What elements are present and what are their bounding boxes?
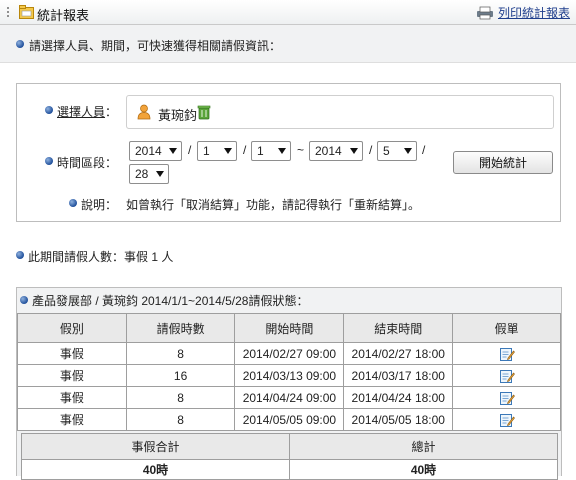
totals-table: 事假合計 總計 40時 40時 bbox=[21, 433, 558, 480]
report-folder-icon bbox=[19, 5, 34, 19]
print-report-link[interactable]: 列印統計報表 bbox=[498, 4, 570, 21]
instruction-band: 請選擇人員、期間，可快速獲得相關請假資訊： bbox=[0, 25, 576, 63]
end-day-select[interactable]: 28 bbox=[129, 164, 169, 184]
column-header: 結束時間 bbox=[343, 313, 454, 343]
summary-text: 此期間請假人數：事假 1 人 bbox=[28, 250, 174, 264]
leave-hours-cell: 8 bbox=[125, 342, 236, 365]
totals-value: 40時 bbox=[21, 459, 290, 480]
leave-form-edit-icon[interactable] bbox=[499, 412, 515, 428]
printer-icon[interactable] bbox=[476, 6, 494, 20]
table-row: 事假 8 2014/05/05 09:00 2014/05/05 18:00 bbox=[17, 408, 561, 431]
start-time-cell: 2014/05/05 09:00 bbox=[234, 408, 345, 431]
leave-type-cell: 事假 bbox=[17, 386, 127, 409]
chevron-down-icon bbox=[156, 171, 164, 177]
start-time-cell: 2014/04/24 09:00 bbox=[234, 386, 345, 409]
totals-value-row: 40時 40時 bbox=[21, 459, 558, 480]
start-time-cell: 2014/02/27 09:00 bbox=[234, 342, 345, 365]
note-label: 說明： bbox=[81, 198, 118, 212]
date-separator: / bbox=[243, 143, 247, 157]
leave-hours-cell: 8 bbox=[125, 408, 236, 431]
instruction-text: 請選擇人員、期間，可快速獲得相關請假資訊： bbox=[29, 39, 282, 53]
page-title: 統計報表 bbox=[37, 8, 90, 23]
person-name: 黃琬鈞 bbox=[158, 108, 198, 123]
table-row: 事假 8 2014/02/27 09:00 2014/02/27 18:00 bbox=[17, 342, 561, 365]
column-header: 開始時間 bbox=[234, 313, 345, 343]
column-header: 假單 bbox=[452, 313, 561, 343]
table-row: 事假 16 2014/03/13 09:00 2014/03/17 18:00 bbox=[17, 364, 561, 387]
drag-handle-icon[interactable] bbox=[6, 6, 10, 18]
person-label: 選擇人員： bbox=[57, 105, 118, 119]
end-time-cell: 2014/02/27 18:00 bbox=[343, 342, 454, 365]
bullet-icon bbox=[20, 296, 28, 304]
leave-form-edit-icon[interactable] bbox=[499, 390, 515, 406]
leave-form-cell bbox=[452, 342, 561, 365]
period-label: 時間區段： bbox=[57, 156, 118, 170]
end-year-select[interactable]: 2014 bbox=[309, 141, 363, 161]
panel-header: 產品發展部 / 黃琬鈞 2014/1/1~2014/5/28請假狀態： bbox=[17, 288, 561, 312]
leave-detail-panel: 產品發展部 / 黃琬鈞 2014/1/1~2014/5/28請假狀態： 假別 請… bbox=[16, 287, 562, 480]
chevron-down-icon bbox=[224, 148, 232, 154]
end-month-select[interactable]: 5 bbox=[377, 141, 417, 161]
panel-title: 產品發展部 / 黃琬鈞 2014/1/1~2014/5/28請假狀態： bbox=[32, 294, 309, 308]
start-day-select[interactable]: 1 bbox=[251, 141, 291, 161]
chevron-down-icon bbox=[169, 148, 177, 154]
end-time-cell: 2014/03/17 18:00 bbox=[343, 364, 454, 387]
leave-type-cell: 事假 bbox=[17, 364, 127, 387]
chevron-down-icon bbox=[404, 148, 412, 154]
print-report-control[interactable]: 列印統計報表 bbox=[476, 4, 570, 21]
bullet-icon bbox=[45, 157, 53, 165]
column-header: 請假時數 bbox=[125, 313, 236, 343]
remove-person-icon[interactable] bbox=[197, 104, 211, 120]
select-person-link[interactable]: 選擇人員 bbox=[57, 105, 105, 119]
note-text: 如曾執行「取消結算」功能，請記得執行「重新結算」。 bbox=[126, 198, 421, 212]
start-month-select[interactable]: 1 bbox=[197, 141, 237, 161]
end-time-cell: 2014/05/05 18:00 bbox=[343, 408, 454, 431]
totals-header-row: 事假合計 總計 bbox=[21, 433, 558, 460]
range-separator: ~ bbox=[297, 143, 305, 157]
column-header: 假別 bbox=[17, 313, 127, 343]
leave-form-cell bbox=[452, 364, 561, 387]
date-separator: / bbox=[369, 143, 373, 157]
title-bar: 統計報表 列印統計報表 bbox=[0, 0, 576, 25]
selected-person-box: 黃琬鈞 bbox=[126, 95, 554, 129]
table-row: 事假 8 2014/04/24 09:00 2014/04/24 18:00 bbox=[17, 386, 561, 409]
leave-hours-cell: 16 bbox=[125, 364, 236, 387]
bullet-icon bbox=[16, 251, 24, 259]
totals-value: 40時 bbox=[289, 459, 558, 480]
chevron-down-icon bbox=[350, 148, 358, 154]
leave-form-cell bbox=[452, 386, 561, 409]
leave-type-cell: 事假 bbox=[17, 342, 127, 365]
start-time-cell: 2014/03/13 09:00 bbox=[234, 364, 345, 387]
leave-table: 假別 請假時數 開始時間 結束時間 假單 事假 8 2014/02/27 09:… bbox=[17, 313, 561, 431]
bullet-icon bbox=[69, 199, 77, 207]
leave-type-cell: 事假 bbox=[17, 408, 127, 431]
end-time-cell: 2014/04/24 18:00 bbox=[343, 386, 454, 409]
totals-header: 總計 bbox=[289, 433, 558, 460]
person-icon bbox=[137, 104, 151, 120]
date-separator: / bbox=[188, 143, 192, 157]
date-separator: / bbox=[422, 143, 426, 157]
filter-form: 選擇人員： 黃琬鈞 時間區段： 2014 / 1 / 1 ~ 2014 / 5 … bbox=[16, 83, 561, 222]
bullet-icon bbox=[45, 106, 53, 114]
leave-hours-cell: 8 bbox=[125, 386, 236, 409]
totals-header: 事假合計 bbox=[21, 433, 290, 460]
leave-form-edit-icon[interactable] bbox=[499, 346, 515, 362]
bullet-icon bbox=[16, 40, 24, 48]
chevron-down-icon bbox=[278, 148, 286, 154]
start-year-select[interactable]: 2014 bbox=[129, 141, 182, 161]
table-header-row: 假別 請假時數 開始時間 結束時間 假單 bbox=[17, 313, 561, 343]
leave-form-edit-icon[interactable] bbox=[499, 368, 515, 384]
start-statistics-button[interactable]: 開始統計 bbox=[453, 151, 553, 174]
leave-form-cell bbox=[452, 408, 561, 431]
